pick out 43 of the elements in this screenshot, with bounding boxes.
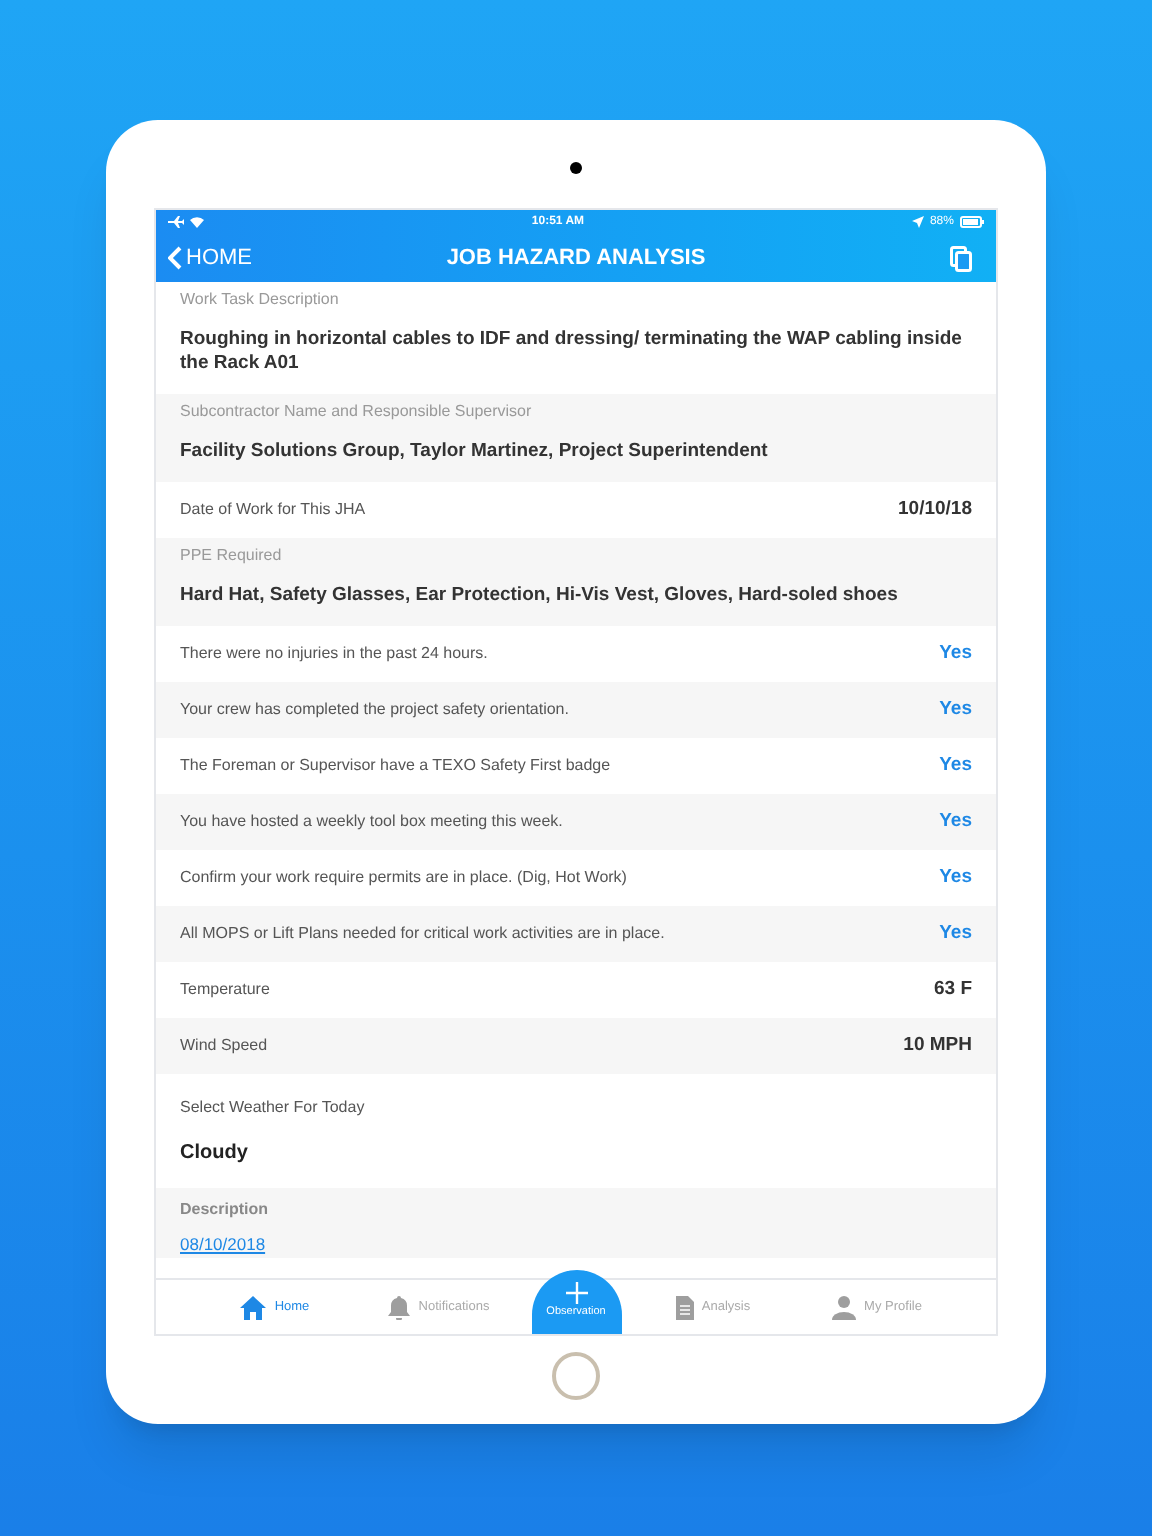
field-label: Subcontractor Name and Responsible Supervisor <box>180 400 534 424</box>
field-value: Roughing in horizontal cables to IDF and dressing/ terminating the WAP cabling inside the Rack A01 <box>180 328 964 376</box>
answer-toggle[interactable]: Yes <box>939 695 972 725</box>
answer-toggle[interactable]: Yes <box>939 919 972 949</box>
field-label: Work Task Description <box>180 288 341 312</box>
answer-toggle[interactable]: Yes <box>939 639 972 669</box>
answer-toggle[interactable]: Yes <box>939 863 972 893</box>
field-label: You have hosted a weekly tool box meeting this week. <box>180 810 563 834</box>
field-value: 10 MPH <box>903 1031 972 1060</box>
date-link[interactable]: 08/10/2018 <box>180 1232 266 1258</box>
chevron-left-icon <box>168 246 182 270</box>
field-label: There were no injuries in the past 24 hours. <box>180 642 488 666</box>
home-button[interactable] <box>552 1352 600 1400</box>
field-label: Description <box>180 1198 269 1222</box>
field-label: Confirm your work require permits are in place. (Dig, Hot Work) <box>180 866 627 890</box>
battery-icon <box>959 216 984 228</box>
answer-toggle[interactable]: Yes <box>939 751 972 781</box>
field-label: The Foreman or Supervisor have a TEXO Safety First badge <box>180 754 611 778</box>
bell-icon <box>388 1295 411 1319</box>
field-value: 63 F <box>933 975 972 1004</box>
copy-button[interactable] <box>950 245 972 271</box>
field-label: Temperature <box>180 978 270 1002</box>
field-label: Date of Work for This JHA <box>180 498 366 522</box>
airplane-icon <box>168 216 184 228</box>
location-arrow-icon <box>911 216 924 228</box>
plus-icon <box>565 1282 587 1305</box>
field-label: All MOPS or Lift Plans needed for critical work activities are in place. <box>180 922 665 946</box>
person-icon <box>832 1295 857 1319</box>
weather-select[interactable]: Cloudy <box>180 1138 972 1168</box>
document-icon <box>675 1295 694 1319</box>
copy-icon <box>950 245 972 271</box>
field-value: 10/10/18 <box>898 495 972 524</box>
field-label: Your crew has completed the project safety orientation. <box>180 698 569 722</box>
wifi-icon <box>190 216 204 228</box>
field-value: Facility Solutions Group, Taylor Martinez, Project Superintendent <box>180 440 770 464</box>
screen-title: JOB HAZARD ANALYSIS <box>446 243 706 274</box>
field-label: PPE Required <box>180 544 284 568</box>
field-value: Hard Hat, Safety Glasses, Ear Protection, Hi-Vis Vest, Gloves, Hard-soled shoes <box>180 584 900 608</box>
house-icon <box>240 1295 267 1319</box>
answer-toggle[interactable]: Yes <box>939 807 972 837</box>
back-button[interactable]: HOME <box>168 241 252 275</box>
field-label: Select Weather For Today <box>180 1096 367 1120</box>
field-label: Wind Speed <box>180 1034 268 1058</box>
